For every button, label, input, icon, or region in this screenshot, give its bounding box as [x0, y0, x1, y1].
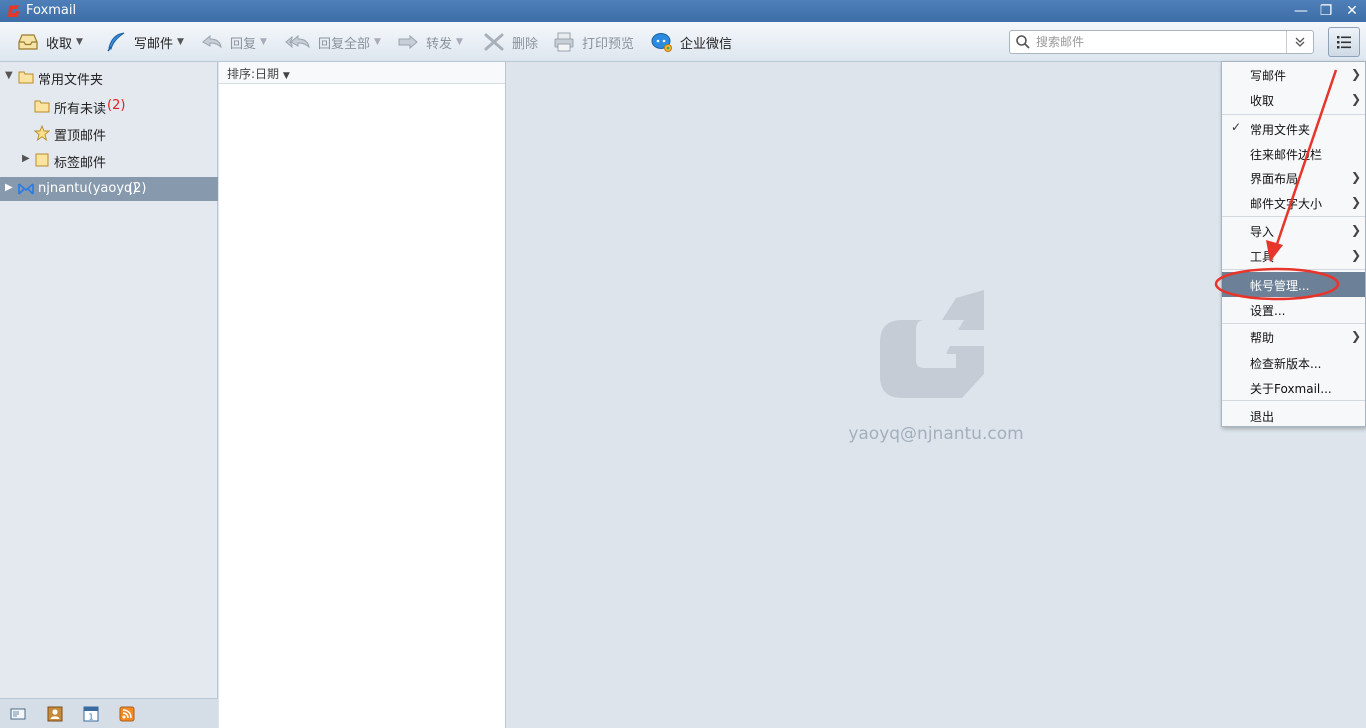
svg-text:1: 1: [88, 713, 93, 722]
foxmail-watermark-logo-icon: [880, 290, 984, 398]
expand-triangle-icon[interactable]: ▶: [22, 153, 30, 164]
menu-item-help[interactable]: 帮助 ❯: [1222, 324, 1365, 349]
account-mailbox-icon: [18, 183, 34, 195]
menu-item-settings[interactable]: 设置...: [1222, 297, 1365, 322]
title-bar: Foxmail — ❐ ✕: [0, 0, 1366, 22]
menu-item-common-folders[interactable]: ✓ 常用文件夹: [1222, 116, 1365, 141]
restore-button[interactable]: ❐: [1315, 2, 1337, 20]
menu-item-import[interactable]: 导入 ❯: [1222, 218, 1365, 243]
chevron-right-icon: ❯: [1350, 195, 1361, 209]
expand-triangle-icon[interactable]: ▶: [5, 182, 13, 193]
chevron-right-icon: ❯: [1350, 329, 1361, 343]
menu-item-layout[interactable]: 界面布局 ❯: [1222, 165, 1365, 190]
menu-item-account-management[interactable]: 帐号管理...: [1222, 272, 1365, 297]
rss-module-icon[interactable]: [119, 706, 135, 722]
print-preview-button[interactable]: 打印预览: [552, 22, 634, 62]
search-input[interactable]: [1036, 33, 1286, 51]
menu-item-exit[interactable]: 退出: [1222, 403, 1365, 428]
reply-button[interactable]: 回复 ▼: [200, 22, 267, 62]
menu-separator: [1222, 400, 1365, 401]
chevron-down-icon[interactable]: ▼: [456, 37, 463, 47]
search-icon: [1016, 35, 1030, 49]
account-node[interactable]: ▶ njnantu(yaoyq) (2): [0, 177, 218, 201]
sort-label[interactable]: 排序:日期 ▼: [227, 65, 290, 82]
menu-separator: [1222, 216, 1365, 217]
main-menu-button[interactable]: [1328, 27, 1360, 57]
quill-pen-icon: [107, 32, 125, 52]
folder-all-unread[interactable]: 所有未读 (2): [0, 94, 218, 118]
chevron-down-icon[interactable]: ▼: [76, 37, 83, 47]
calendar-module-icon[interactable]: 1: [83, 706, 99, 722]
folder-icon: [18, 71, 34, 84]
chevron-down-icon[interactable]: ▼: [177, 37, 184, 47]
menu-item-check-update[interactable]: 检查新版本...: [1222, 350, 1365, 375]
delete-button[interactable]: 删除: [482, 22, 538, 62]
menu-separator: [1222, 114, 1365, 115]
menu-item-compose[interactable]: 写邮件 ❯: [1222, 62, 1365, 87]
module-switcher-bar: 1: [0, 698, 218, 728]
compose-button[interactable]: 写邮件 ▼: [104, 22, 184, 62]
forward-button[interactable]: 转发 ▼: [396, 22, 463, 62]
chevron-down-icon[interactable]: ▼: [374, 37, 381, 47]
mail-list-pane: 排序:日期 ▼: [219, 62, 506, 728]
checkmark-icon: ✓: [1231, 120, 1242, 134]
menu-item-tools[interactable]: 工具 ❯: [1222, 243, 1365, 268]
foxmail-logo-icon: [8, 5, 19, 17]
menu-item-receive[interactable]: 收取 ❯: [1222, 87, 1365, 112]
star-icon: [34, 125, 50, 141]
reply-all-button[interactable]: 回复全部 ▼: [284, 22, 381, 62]
folder-tagged[interactable]: ▶ 标签邮件: [0, 148, 218, 172]
menu-item-about[interactable]: 关于Foxmail...: [1222, 375, 1365, 400]
window-title: Foxmail: [26, 3, 77, 18]
contacts-module-icon[interactable]: [47, 706, 63, 722]
folder-pane: ▼ 常用文件夹 所有未读 (2) 置顶邮件 ▶ 标签邮件 ▶ njnantu(y…: [0, 62, 218, 728]
search-box: [1009, 30, 1314, 54]
minimize-button[interactable]: —: [1290, 2, 1312, 20]
main-dropdown-menu: 写邮件 ❯ 收取 ❯ ✓ 常用文件夹 往来邮件边栏 界面布局 ❯ 邮件文字大小 ❯ 导入 ❯…: [1221, 61, 1366, 427]
wecom-button[interactable]: 企业微信: [650, 22, 732, 62]
chevron-down-icon[interactable]: ▼: [260, 37, 267, 47]
folder-icon: [34, 100, 50, 113]
mail-module-icon[interactable]: [10, 706, 26, 722]
chevron-down-icon: ▼: [282, 71, 290, 81]
close-button[interactable]: ✕: [1341, 2, 1363, 20]
reply-arrow-icon: [202, 34, 222, 49]
delete-x-icon: [484, 33, 504, 51]
unread-count-badge: (2): [107, 98, 126, 113]
folder-pinned[interactable]: 置顶邮件: [0, 121, 218, 145]
menu-item-font-size[interactable]: 邮件文字大小 ❯: [1222, 190, 1365, 215]
sort-bar[interactable]: 排序:日期 ▼: [219, 62, 505, 84]
list-menu-icon: [1337, 36, 1351, 49]
tag-folder-icon: [35, 153, 49, 167]
chevron-right-icon: ❯: [1350, 248, 1361, 262]
chevron-right-icon: ❯: [1350, 223, 1361, 237]
printer-icon: [554, 32, 574, 52]
receive-button[interactable]: 收取 ▼: [16, 22, 83, 62]
toolbar: 收取 ▼ 写邮件 ▼ 回复 ▼ 回复全部 ▼ 转发 ▼ 删除 打印预览 企业微信…: [0, 22, 1366, 62]
search-options-chevron-icon[interactable]: [1286, 31, 1313, 53]
menu-item-correspondence-sidebar[interactable]: 往来邮件边栏: [1222, 141, 1365, 166]
expand-triangle-icon[interactable]: ▼: [5, 70, 13, 81]
wecom-chat-icon: [651, 33, 672, 52]
chevron-right-icon: ❯: [1350, 92, 1361, 106]
chevron-right-icon: ❯: [1350, 170, 1361, 184]
inbox-tray-icon: [18, 34, 38, 50]
chevron-right-icon: ❯: [1350, 67, 1361, 81]
forward-arrow-icon: [398, 34, 418, 50]
menu-separator: [1222, 269, 1365, 270]
folder-common[interactable]: ▼ 常用文件夹: [0, 65, 218, 89]
reply-all-arrow-icon: [285, 34, 310, 49]
